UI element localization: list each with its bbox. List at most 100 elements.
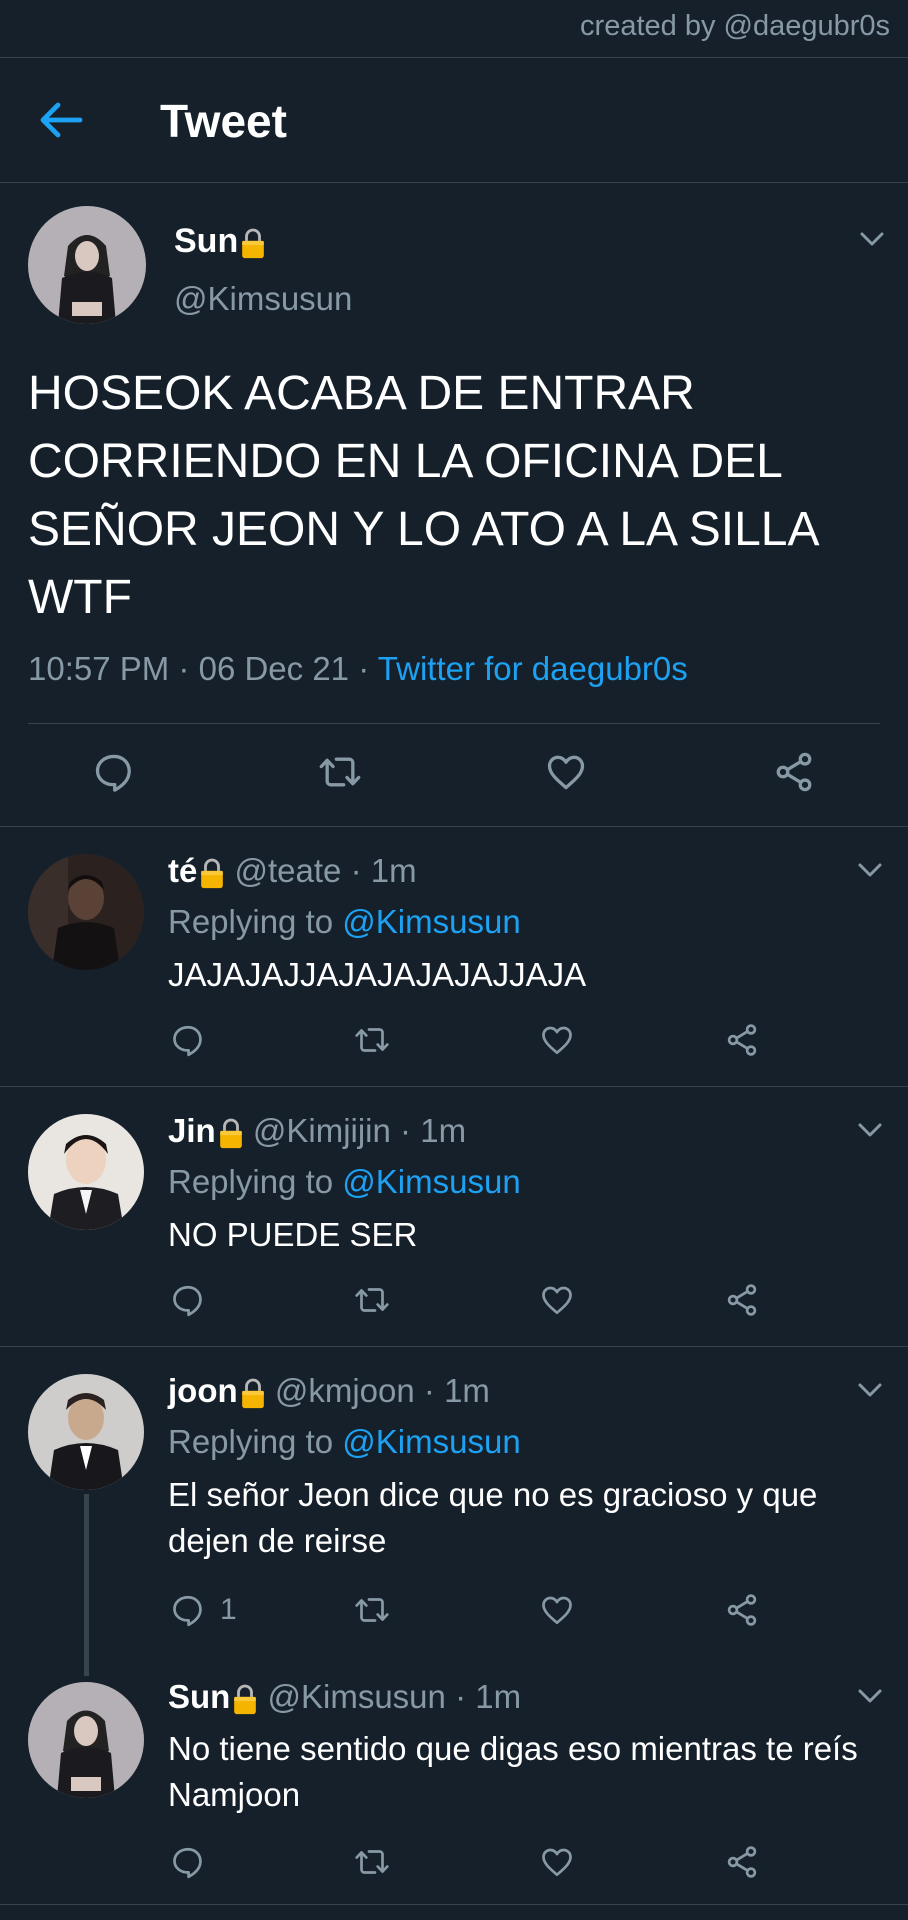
avatar-image xyxy=(28,854,144,970)
app-header: Tweet xyxy=(0,58,908,182)
reply-button[interactable]: 1 xyxy=(170,1592,237,1628)
retweet-button[interactable] xyxy=(354,1592,390,1628)
author-name[interactable]: Sun xyxy=(168,1678,230,1715)
lock-icon xyxy=(240,226,266,260)
replying-label: Replying to xyxy=(168,1163,334,1200)
author-name[interactable]: té xyxy=(168,852,197,889)
chevron-down-icon[interactable] xyxy=(856,1686,884,1706)
avatar-image xyxy=(28,1114,144,1230)
retweet-button[interactable] xyxy=(354,1844,390,1880)
replying-to: Replying to @Kimsusun xyxy=(168,903,521,941)
reply-header: Jin @Kimjijin · 1m xyxy=(168,1112,466,1150)
replying-to: Replying to @Kimsusun xyxy=(168,1423,521,1461)
author-handle[interactable]: @Kimjijin xyxy=(253,1112,391,1149)
mention-link[interactable]: @Kimsusun xyxy=(342,903,520,940)
reply-button[interactable] xyxy=(92,750,136,794)
retweet-icon xyxy=(354,1282,390,1318)
share-icon xyxy=(724,1592,760,1628)
share-icon xyxy=(724,1844,760,1880)
reply-icon xyxy=(92,750,136,794)
meta-separator: · xyxy=(350,852,362,889)
like-icon xyxy=(539,1592,575,1628)
avatar[interactable] xyxy=(28,1374,144,1490)
author-handle[interactable]: @teate xyxy=(235,852,342,889)
lock-icon xyxy=(240,1376,266,1410)
share-button[interactable] xyxy=(724,1844,760,1880)
author-handle[interactable]: @Kimsusun xyxy=(268,1678,446,1715)
like-icon xyxy=(539,1282,575,1318)
retweet-icon xyxy=(318,750,362,794)
like-button[interactable] xyxy=(539,1592,575,1628)
reply-time: 1m xyxy=(475,1678,522,1715)
meta-separator: · xyxy=(358,650,370,687)
meta-separator: · xyxy=(455,1678,467,1715)
reply-icon xyxy=(170,1282,206,1318)
mention-link[interactable]: @Kimsusun xyxy=(342,1423,520,1460)
meta-separator: · xyxy=(178,650,190,687)
share-button[interactable] xyxy=(724,1022,760,1058)
share-icon xyxy=(724,1282,760,1318)
tweet-source-link[interactable]: Twitter for daegubr0s xyxy=(378,650,688,687)
share-button[interactable] xyxy=(772,750,816,794)
reply-header: Sun @Kimsusun · 1m xyxy=(168,1678,521,1716)
replying-to: Replying to @Kimsusun xyxy=(168,1163,521,1201)
retweet-button[interactable] xyxy=(318,750,362,794)
retweet-button[interactable] xyxy=(354,1282,390,1318)
arrow-left-icon xyxy=(40,102,83,138)
reply-text: No tiene sentido que digas eso mientras … xyxy=(168,1730,858,1813)
reply-count: 1 xyxy=(220,1593,237,1626)
back-button[interactable] xyxy=(36,96,88,144)
avatar[interactable] xyxy=(28,1114,144,1230)
reply-button[interactable] xyxy=(170,1844,220,1880)
like-button[interactable] xyxy=(544,750,588,794)
author-name[interactable]: joon xyxy=(168,1372,238,1409)
reply-time: 1m xyxy=(370,852,417,889)
like-button[interactable] xyxy=(539,1282,575,1318)
avatar-image xyxy=(28,206,146,324)
chevron-down-icon[interactable] xyxy=(858,229,886,249)
share-button[interactable] xyxy=(724,1592,760,1628)
tweet-divider xyxy=(0,826,908,827)
replying-label: Replying to xyxy=(168,903,334,940)
retweet-icon xyxy=(354,1844,390,1880)
avatar[interactable] xyxy=(28,854,144,970)
author-handle[interactable]: @kmjoon xyxy=(275,1372,415,1409)
reply-button[interactable] xyxy=(170,1282,220,1318)
chevron-down-icon[interactable] xyxy=(856,1120,884,1140)
reply-button[interactable] xyxy=(170,1022,220,1058)
chevron-down-icon[interactable] xyxy=(856,860,884,880)
avatar-image xyxy=(28,1374,144,1490)
meta-separator: · xyxy=(423,1372,435,1409)
reply-icon xyxy=(170,1022,206,1058)
reply-icon xyxy=(170,1844,206,1880)
author-handle[interactable]: @Kimsusun xyxy=(174,280,352,318)
retweet-button[interactable] xyxy=(354,1022,390,1058)
retweet-icon xyxy=(354,1022,390,1058)
reply-header: té @teate · 1m xyxy=(168,852,417,890)
replying-label: Replying to xyxy=(168,1423,334,1460)
chevron-down-icon[interactable] xyxy=(856,1380,884,1400)
tweet-meta: 10:57 PM · 06 Dec 21 · Twitter for daegu… xyxy=(28,650,688,688)
author-name[interactable]: Sun xyxy=(174,222,266,261)
avatar[interactable] xyxy=(28,1682,144,1798)
avatar[interactable] xyxy=(28,206,146,324)
lock-icon xyxy=(232,1682,258,1716)
tweet-divider xyxy=(0,1086,908,1087)
reply-text: JAJAJAJJAJAJAJAJAJJAJA xyxy=(168,956,587,993)
lock-icon xyxy=(218,1116,244,1150)
share-button[interactable] xyxy=(724,1282,760,1318)
reply-text: NO PUEDE SER xyxy=(168,1216,418,1253)
reply-time: 1m xyxy=(420,1112,467,1149)
page-title: Tweet xyxy=(160,95,287,147)
tweet-divider xyxy=(0,1904,908,1905)
reply-time: 1m xyxy=(444,1372,490,1409)
tweet-time: 10:57 PM xyxy=(28,650,170,687)
like-button[interactable] xyxy=(539,1022,575,1058)
author-name[interactable]: Jin xyxy=(168,1112,216,1149)
mention-link[interactable]: @Kimsusun xyxy=(342,1163,520,1200)
creator-credit: created by @daegubr0s xyxy=(580,10,890,42)
share-icon xyxy=(724,1022,760,1058)
like-icon xyxy=(539,1022,575,1058)
reply-header: joon @kmjoon · 1m xyxy=(168,1372,490,1410)
like-button[interactable] xyxy=(539,1844,575,1880)
